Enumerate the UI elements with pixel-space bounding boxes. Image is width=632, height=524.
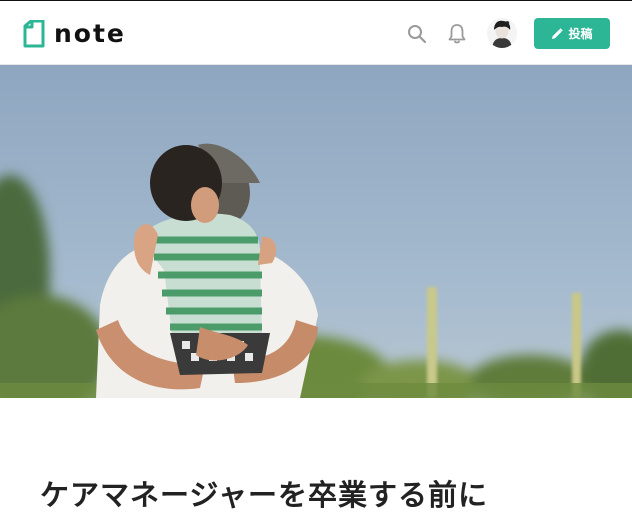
hero-photo xyxy=(0,65,632,398)
post-button[interactable]: 投稿 xyxy=(534,18,610,49)
pencil-icon xyxy=(552,27,564,39)
article-hero-image xyxy=(0,65,632,398)
search-icon xyxy=(408,25,427,44)
search-button[interactable] xyxy=(404,21,430,47)
top-navigation-bar: note 投稿 xyxy=(0,0,632,65)
user-avatar[interactable] xyxy=(487,18,517,48)
notification-button[interactable] xyxy=(444,21,470,47)
article-title: ケアマネージャーを卒業する前に xyxy=(40,478,488,512)
logo-text: note xyxy=(54,19,126,48)
page: note 投稿 ケアマネージャーを卒業する前に xyxy=(0,0,632,524)
post-button-label: 投稿 xyxy=(568,27,593,41)
note-logo-icon xyxy=(23,20,45,48)
note-logo[interactable]: note xyxy=(22,19,126,49)
bell-icon xyxy=(448,24,466,44)
avatar-image xyxy=(487,18,517,48)
